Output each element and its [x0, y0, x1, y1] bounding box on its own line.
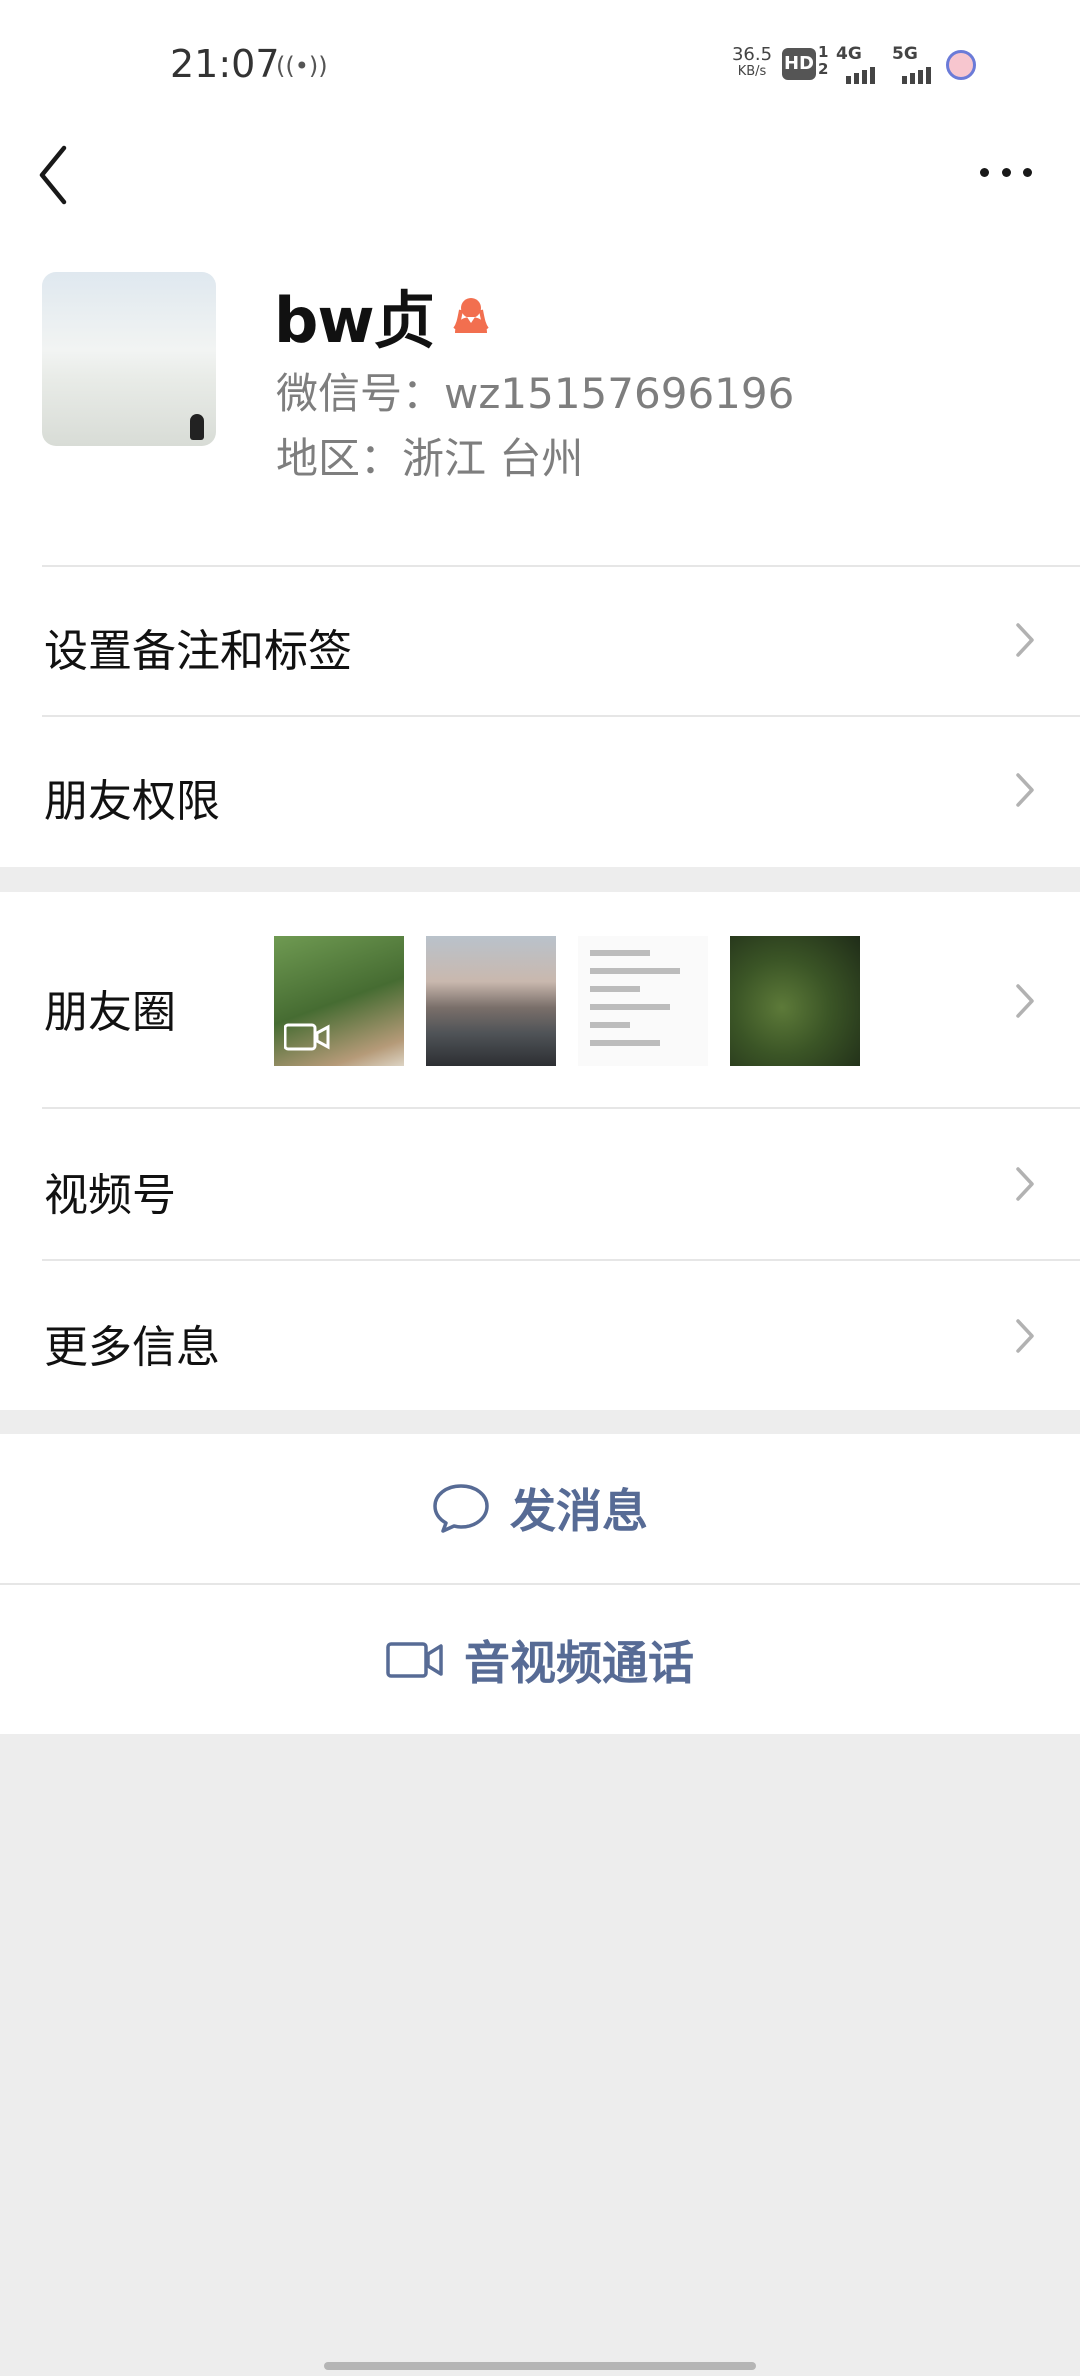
social-group: 朋友圈 视频号 更多信息 [0, 892, 1080, 1410]
contact-profile-page: 21:07 ((•)) 36.5 KB/s HD 12 4G 5G bw贞 微信… [0, 0, 1080, 2376]
chat-bubble-icon [433, 1484, 489, 1533]
female-gender-icon [453, 298, 489, 333]
battery-icon [946, 50, 976, 80]
more-info-row[interactable]: 更多信息 [0, 1261, 1080, 1410]
moments-thumbnails [274, 936, 860, 1066]
signal-4g-icon: 4G [836, 44, 884, 84]
channels-label: 视频号 [44, 1170, 176, 1221]
hd-sim-index: 12 [818, 43, 829, 78]
moments-thumbnail [578, 936, 708, 1066]
network-speed-value: 36.5 [731, 44, 773, 65]
back-arrow-icon[interactable] [34, 140, 74, 210]
send-message-button[interactable]: 发消息 [0, 1434, 1080, 1582]
home-indicator[interactable] [324, 2362, 756, 2370]
friend-permissions-row[interactable]: 朋友权限 [0, 717, 1080, 867]
network-speed: 36.5 KB/s [726, 46, 778, 80]
signal-4g-label: 4G [836, 44, 862, 64]
hd-voice-icon: HD [782, 48, 816, 80]
remark-tags-label: 设置备注和标签 [44, 626, 352, 677]
chevron-right-icon [1016, 773, 1034, 807]
status-bar: 21:07 ((•)) 36.5 KB/s HD 12 4G 5G [0, 0, 1080, 130]
avatar[interactable] [42, 272, 216, 446]
video-badge-icon [284, 1023, 330, 1051]
region: 地区：浙江 台州 [276, 434, 584, 483]
moments-thumbnail [426, 936, 556, 1066]
remark-tags-row[interactable]: 设置备注和标签 [0, 565, 1080, 715]
channels-row[interactable]: 视频号 [0, 1109, 1080, 1259]
av-call-button[interactable]: 音视频通话 [0, 1585, 1080, 1734]
wechat-id: 微信号：wz15157696196 [276, 369, 795, 418]
contact-name: bw贞 [274, 284, 436, 357]
moments-thumbnail [730, 936, 860, 1066]
hotspot-icon: ((•)) [276, 52, 328, 80]
profile-card: bw贞 微信号：wz15157696196 地区：浙江 台州 [0, 230, 1080, 565]
moments-row[interactable]: 朋友圈 [0, 892, 1080, 1108]
friend-permissions-label: 朋友权限 [44, 776, 220, 827]
chevron-right-icon [1016, 1167, 1034, 1201]
send-message-label: 发消息 [510, 1484, 648, 1538]
chevron-right-icon [1016, 623, 1034, 657]
settings-group: 设置备注和标签 朋友权限 [0, 565, 1080, 867]
video-call-icon [386, 1641, 443, 1678]
more-options-icon[interactable] [976, 152, 1036, 192]
actions-group: 发消息 音视频通话 [0, 1434, 1080, 1734]
av-call-label: 音视频通话 [464, 1635, 694, 1690]
status-time: 21:07 [170, 42, 280, 86]
moments-label: 朋友圈 [44, 987, 176, 1038]
chevron-right-icon [1016, 1319, 1034, 1353]
chevron-right-icon [1016, 984, 1034, 1018]
network-speed-unit: KB/s [737, 64, 767, 79]
signal-5g-label: 5G [892, 44, 918, 64]
moments-thumbnail [274, 936, 404, 1066]
more-info-label: 更多信息 [44, 1322, 220, 1373]
signal-5g-icon: 5G [892, 44, 940, 84]
